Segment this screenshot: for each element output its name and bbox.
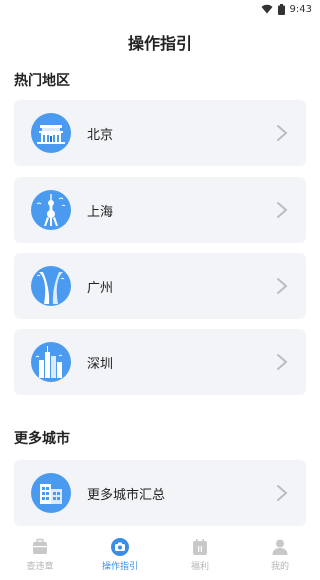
status-bar: 9:43	[0, 0, 320, 18]
city-label: 北京	[87, 127, 114, 143]
status-time: 9:43	[289, 3, 312, 15]
tab-label: 福利	[190, 562, 209, 572]
tab-label: 我的	[270, 562, 289, 572]
tab-label: 操作指引	[101, 562, 138, 572]
briefcase-icon	[33, 538, 47, 554]
chevron-right-icon	[277, 278, 288, 294]
beijing-landmark-icon	[31, 113, 71, 153]
wifi-icon	[261, 4, 273, 14]
guangzhou-tower-icon	[31, 266, 71, 306]
city-label: 深圳	[87, 356, 114, 372]
chevron-right-icon	[277, 202, 288, 218]
tab-label: 查违章	[26, 562, 54, 572]
city-card-shanghai[interactable]: 上海	[14, 177, 306, 243]
tab-guide[interactable]: 操作指引	[80, 538, 160, 572]
tab-violations[interactable]: 查违章	[0, 538, 80, 572]
city-label: 广州	[87, 280, 114, 296]
section-title-more: 更多城市	[14, 431, 70, 447]
bottom-tab-bar: 查违章 操作指引 福利 我的	[0, 530, 320, 580]
city-card-more[interactable]: 更多城市汇总	[14, 460, 306, 526]
battery-icon	[277, 3, 285, 15]
buildings-icon	[31, 473, 71, 513]
camera-icon	[111, 538, 129, 556]
section-title-hot: 热门地区	[14, 73, 70, 89]
city-card-shenzhen[interactable]: 深圳	[14, 329, 306, 395]
chevron-right-icon	[277, 125, 288, 141]
shanghai-tower-icon	[31, 190, 71, 230]
city-label: 上海	[87, 204, 114, 220]
city-label: 更多城市汇总	[87, 487, 166, 503]
city-card-guangzhou[interactable]: 广州	[14, 253, 306, 319]
tab-welfare[interactable]: 福利	[160, 538, 240, 572]
person-icon	[272, 539, 288, 555]
chevron-right-icon	[277, 354, 288, 370]
page-title: 操作指引	[127, 34, 192, 53]
shenzhen-skyline-icon	[31, 342, 71, 382]
chevron-right-icon	[277, 485, 288, 501]
city-card-beijing[interactable]: 北京	[14, 100, 306, 166]
calendar-icon	[193, 539, 207, 555]
tab-mine[interactable]: 我的	[240, 538, 320, 572]
